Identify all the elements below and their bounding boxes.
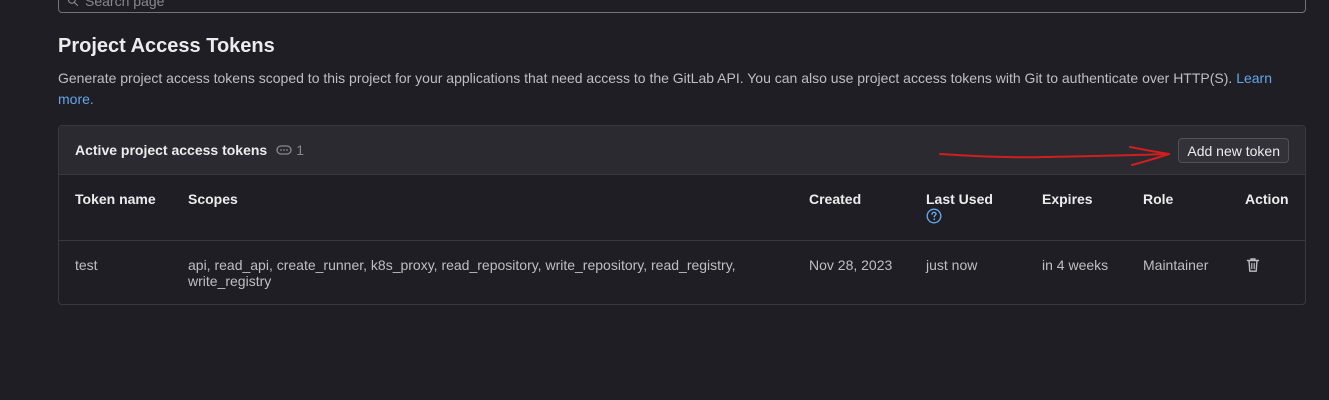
- search-input[interactable]: [85, 0, 485, 9]
- header-expires: Expires: [1042, 191, 1093, 207]
- cell-last-used: just now: [926, 257, 978, 273]
- revoke-token-button[interactable]: [1244, 257, 1262, 275]
- token-count-badge: 1: [276, 142, 304, 158]
- header-role: Role: [1143, 191, 1174, 207]
- token-icon: [276, 145, 292, 155]
- cell-action: [1229, 241, 1305, 306]
- table-row: test api, read_api, create_runner, k8s_p…: [59, 241, 1305, 306]
- cell-role: Maintainer: [1143, 257, 1209, 273]
- cell-created: Nov 28, 2023: [809, 257, 893, 273]
- page-title: Project Access Tokens: [58, 35, 275, 57]
- header-scopes: Scopes: [188, 191, 238, 207]
- cell-scopes: api, read_api, create_runner, k8s_proxy,…: [188, 257, 736, 289]
- header-last-used: Last Used: [910, 175, 1026, 241]
- trash-icon: [1246, 258, 1260, 272]
- page-description: Generate project access tokens scoped to…: [58, 68, 1278, 110]
- cell-expires: in 4 weeks: [1042, 257, 1109, 273]
- description-text: Generate project access tokens scoped to…: [58, 70, 1233, 86]
- header-token-name: Token name: [75, 191, 156, 207]
- table-header-row: Token name Scopes Created Last Used Expi…: [59, 175, 1305, 241]
- header-action: Action: [1245, 191, 1289, 207]
- header-created: Created: [809, 191, 862, 207]
- annotation-arrow: [939, 146, 1170, 166]
- token-count: 1: [296, 142, 305, 158]
- page: Project Access Tokens Generate project a…: [0, 0, 1329, 400]
- add-new-token-button[interactable]: Add new token: [1178, 138, 1289, 163]
- cell-token-name: test: [75, 257, 98, 273]
- tokens-table: Token name Scopes Created Last Used Expi…: [59, 175, 1305, 305]
- search-icon: [67, 0, 79, 6]
- card-title: Active project access tokens: [75, 142, 268, 158]
- header-last-used-label: Last Used: [926, 191, 993, 207]
- search-bar[interactable]: [58, 0, 1306, 13]
- question-circle-icon[interactable]: [926, 208, 942, 224]
